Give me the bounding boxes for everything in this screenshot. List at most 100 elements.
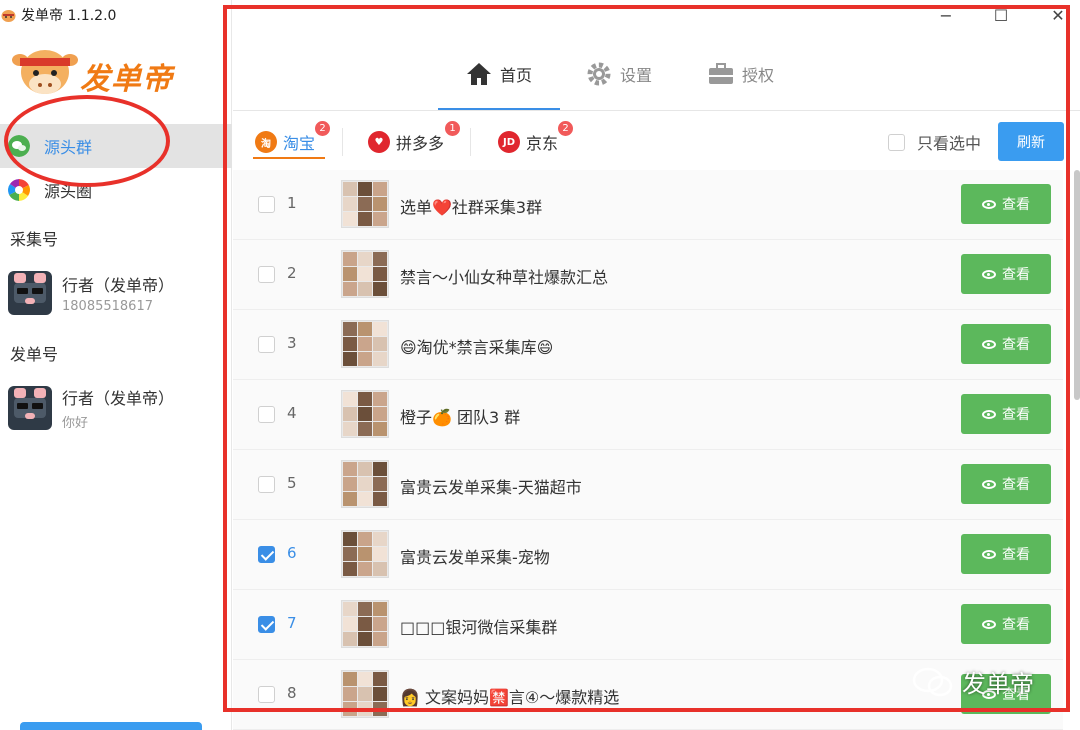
eye-icon bbox=[982, 269, 996, 279]
group-name: 禁言～小仙女种草社爆款汇总 bbox=[400, 268, 609, 287]
view-button[interactable]: 查看 bbox=[961, 324, 1051, 364]
view-button[interactable]: 查看 bbox=[961, 534, 1051, 574]
tab-settings[interactable]: 设置 bbox=[586, 56, 652, 92]
group-name: 选单❤️社群采集3群 bbox=[400, 198, 543, 217]
row-number: 8 bbox=[287, 684, 297, 702]
group-row[interactable]: 7 □□□银河微信采集群 查看 bbox=[233, 590, 1063, 660]
group-avatar bbox=[341, 390, 389, 438]
gear-icon bbox=[587, 62, 611, 86]
row-checkbox[interactable] bbox=[258, 196, 275, 213]
taobao-icon: 淘 bbox=[255, 131, 277, 153]
account-name: 行者（发单帝） bbox=[62, 389, 175, 408]
group-avatar bbox=[341, 460, 389, 508]
unread-badge: 2 bbox=[315, 121, 330, 136]
row-checkbox[interactable] bbox=[258, 546, 275, 563]
view-button-label: 查看 bbox=[1002, 547, 1030, 563]
close-button[interactable]: ✕ bbox=[1048, 6, 1068, 25]
view-button[interactable]: 查看 bbox=[961, 604, 1051, 644]
eye-icon bbox=[982, 549, 996, 559]
row-number: 6 bbox=[287, 544, 297, 562]
nav-item-label: 源头圈 bbox=[44, 182, 93, 201]
nav-item-source-moments[interactable]: 源头圈 bbox=[0, 168, 232, 212]
wechat-watermark-icon bbox=[912, 667, 953, 696]
divider bbox=[470, 128, 471, 156]
sidebar-bottom-button[interactable] bbox=[20, 722, 202, 730]
only-selected-label: 只看选中 bbox=[917, 134, 982, 153]
eye-icon bbox=[982, 409, 996, 419]
row-number: 7 bbox=[287, 614, 297, 632]
group-row[interactable]: 5 富贵云发单采集-天猫超市 查看 bbox=[233, 450, 1063, 520]
group-row[interactable]: 1 选单❤️社群采集3群 查看 bbox=[233, 170, 1063, 240]
eye-icon bbox=[982, 479, 996, 489]
tab-authorize[interactable]: 授权 bbox=[708, 56, 774, 92]
group-name: □□□银河微信采集群 bbox=[400, 618, 558, 637]
logo-text: 发单帝 bbox=[80, 62, 173, 97]
send-account-heading: 发单号 bbox=[10, 345, 59, 364]
row-checkbox[interactable] bbox=[258, 266, 275, 283]
view-button-label: 查看 bbox=[1002, 267, 1030, 283]
platform-tab-taobao[interactable]: 淘 淘宝 2 bbox=[255, 121, 330, 157]
unread-badge: 2 bbox=[558, 121, 573, 136]
row-checkbox[interactable] bbox=[258, 686, 275, 703]
row-checkbox[interactable] bbox=[258, 336, 275, 353]
group-avatar bbox=[341, 670, 389, 718]
group-avatar bbox=[341, 600, 389, 648]
collect-account[interactable]: 行者（发单帝） 18085518617 bbox=[8, 268, 228, 318]
only-selected-filter[interactable]: 只看选中 bbox=[888, 130, 981, 154]
refresh-button[interactable]: 刷新 bbox=[998, 122, 1064, 161]
group-avatar bbox=[341, 180, 389, 228]
logo-mascot-icon bbox=[12, 50, 78, 94]
tab-home[interactable]: 首页 bbox=[466, 56, 532, 92]
send-account[interactable]: 行者（发单帝） 你好 bbox=[8, 383, 228, 433]
pinduoduo-icon: ♥ bbox=[368, 131, 390, 153]
platform-tab-jd[interactable]: JD 京东 2 bbox=[498, 121, 573, 157]
view-button[interactable]: 查看 bbox=[961, 464, 1051, 504]
account-name: 行者（发单帝） bbox=[62, 276, 175, 295]
group-row[interactable]: 2 禁言～小仙女种草社爆款汇总 查看 bbox=[233, 240, 1063, 310]
avatar bbox=[8, 271, 52, 315]
platform-label: 拼多多 bbox=[396, 134, 445, 153]
row-number: 5 bbox=[287, 474, 297, 492]
jd-icon: JD bbox=[498, 131, 520, 153]
active-platform-indicator bbox=[253, 157, 325, 159]
divider bbox=[342, 128, 343, 156]
scrollbar[interactable] bbox=[1074, 170, 1080, 400]
view-button[interactable]: 查看 bbox=[961, 254, 1051, 294]
tab-label: 首页 bbox=[500, 66, 533, 85]
view-button-label: 查看 bbox=[1002, 407, 1030, 423]
only-selected-checkbox[interactable] bbox=[888, 133, 905, 151]
group-name: 👩 文案妈妈🈲言④～爆款精选 bbox=[400, 688, 620, 707]
group-list: 1 选单❤️社群采集3群 查看 2 禁言～小仙女种草社爆款汇总 查看 3 😄淘优*禁言采集库😄… bbox=[233, 170, 1067, 730]
group-row[interactable]: 6 富贵云发单采集-宠物 查看 bbox=[233, 520, 1063, 590]
row-checkbox[interactable] bbox=[258, 616, 275, 633]
group-row[interactable]: 3 😄淘优*禁言采集库😄 查看 bbox=[233, 310, 1063, 380]
row-number: 3 bbox=[287, 334, 297, 352]
watermark-text: 发单帝 bbox=[962, 670, 1034, 698]
app-logo-icon bbox=[1, 9, 16, 22]
nav-item-source-groups[interactable]: 源头群 bbox=[0, 124, 232, 168]
tab-label: 授权 bbox=[742, 66, 775, 85]
group-name: 富贵云发单采集-天猫超市 bbox=[400, 478, 582, 497]
group-name: 橙子🍊 团队3 群 bbox=[400, 408, 521, 427]
view-button[interactable]: 查看 bbox=[961, 394, 1051, 434]
unread-badge: 1 bbox=[445, 121, 460, 136]
watermark: 发单帝 bbox=[912, 664, 1034, 699]
eye-icon bbox=[982, 619, 996, 629]
maximize-button[interactable]: ☐ bbox=[991, 6, 1011, 25]
minimize-button[interactable]: − bbox=[936, 6, 956, 25]
view-button-label: 查看 bbox=[1002, 617, 1030, 633]
wechat-icon bbox=[8, 135, 30, 157]
account-status: 你好 bbox=[62, 416, 89, 431]
row-checkbox[interactable] bbox=[258, 406, 275, 423]
group-row[interactable]: 4 橙子🍊 团队3 群 查看 bbox=[233, 380, 1063, 450]
divider bbox=[233, 110, 1080, 111]
row-checkbox[interactable] bbox=[258, 476, 275, 493]
eye-icon bbox=[982, 199, 996, 209]
view-button[interactable]: 查看 bbox=[961, 184, 1051, 224]
row-number: 2 bbox=[287, 264, 297, 282]
platform-tab-pinduoduo[interactable]: ♥ 拼多多 1 bbox=[368, 121, 460, 157]
group-name: 富贵云发单采集-宠物 bbox=[400, 548, 550, 567]
moments-icon bbox=[8, 179, 30, 201]
group-avatar bbox=[341, 530, 389, 578]
home-icon bbox=[467, 63, 491, 85]
